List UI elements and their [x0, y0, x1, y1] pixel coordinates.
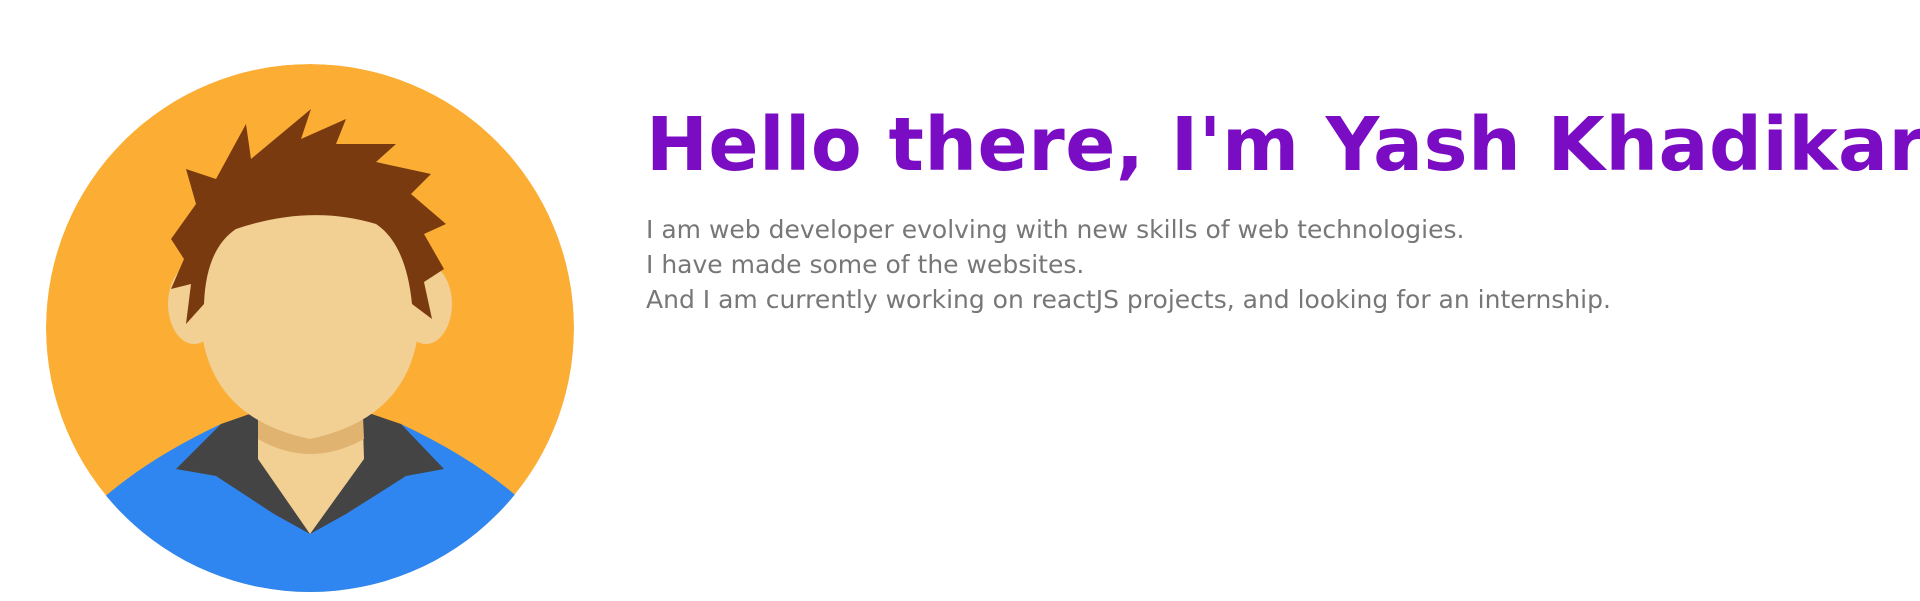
intro-section: Hello there, I'm Yash Khadikar! I am web… — [646, 98, 1920, 317]
bio-line: I am web developer evolving with new ski… — [646, 215, 1465, 244]
bio-line: I have made some of the websites. — [646, 250, 1085, 279]
bio-line: And I am currently working on reactJS pr… — [646, 285, 1611, 314]
page-title: Hello there, I'm Yash Khadikar! — [646, 102, 1920, 188]
bio-text: I am web developer evolving with new ski… — [646, 212, 1886, 317]
user-avatar-icon — [46, 64, 574, 592]
profile-page: Hello there, I'm Yash Khadikar! I am web… — [0, 0, 1920, 601]
